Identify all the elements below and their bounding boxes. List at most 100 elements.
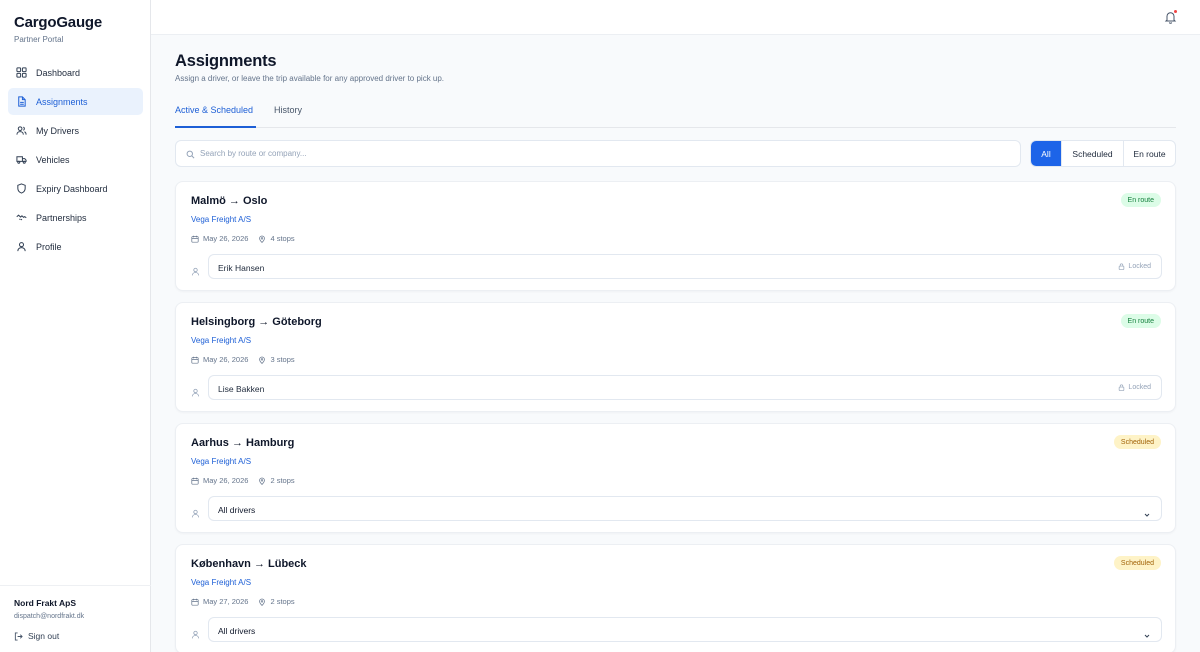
filter-label: All (1041, 148, 1051, 159)
account-panel: Nord Frakt ApS dispatch@nordfrakt.dk Sig… (0, 585, 151, 641)
notification-dot (1174, 10, 1177, 13)
driver-select[interactable]: All drivers (208, 617, 1162, 642)
logout-icon (14, 631, 28, 641)
trip-meta: May 26, 2026 2 stops (191, 476, 295, 485)
sidebar-item-label: Profile (36, 241, 62, 252)
calendar-icon (191, 356, 203, 364)
brand: CargoGauge Partner Portal (14, 14, 102, 44)
trip-route: Aarhus → Hamburg (191, 437, 295, 449)
trip-company-link[interactable]: Vega Freight A/S (191, 336, 251, 345)
user-icon (16, 241, 27, 252)
trip-meta: May 26, 2026 3 stops (191, 355, 295, 364)
notifications-button[interactable] (1164, 10, 1177, 24)
assigned-driver-name: Lise Bakken (218, 384, 265, 394)
status-badge: En route (1120, 193, 1161, 207)
search-input[interactable] (200, 141, 1000, 166)
search-box (175, 140, 1021, 167)
calendar-icon (191, 235, 203, 243)
top-bar (151, 0, 1200, 35)
trip-route: København → Lübeck (191, 558, 307, 570)
sidebar-item-my-drivers[interactable]: My Drivers (8, 117, 143, 144)
trip-card: Helsingborg → Göteborg Vega Freight A/S … (175, 302, 1176, 412)
sidebar-item-label: Dashboard (36, 67, 81, 78)
sidebar-item-vehicles[interactable]: Vehicles (8, 146, 143, 173)
account-name: Nord Frakt ApS (14, 598, 77, 608)
locked-label: Locked (1128, 384, 1151, 391)
tab-label: Active & Scheduled (175, 105, 254, 115)
driver-select-value: All drivers (218, 626, 256, 636)
pin-icon (258, 235, 270, 243)
brand-name: CargoGauge (14, 14, 103, 31)
trip-stops: 2 stops (258, 597, 295, 606)
bell-icon (1164, 11, 1177, 28)
trip-stops-count: 3 stops (270, 355, 295, 364)
sidebar-item-label: Partnerships (36, 212, 87, 223)
chevron-down-icon (1143, 506, 1151, 517)
sidebar-item-expiry-dashboard[interactable]: Expiry Dashboard (8, 175, 143, 202)
trip-company-link[interactable]: Vega Freight A/S (191, 457, 251, 466)
pin-icon (258, 477, 270, 485)
trip-card: Aarhus → Hamburg Vega Freight A/S May 26… (175, 423, 1176, 533)
trip-stops-count: 2 stops (270, 476, 295, 485)
trip-date: May 26, 2026 (203, 476, 249, 485)
status-badge: En route (1120, 314, 1161, 328)
chevron-down-icon (1143, 627, 1151, 638)
sidebar-item-partnerships[interactable]: Partnerships (8, 204, 143, 231)
trip-card: København → Lübeck Vega Freight A/S May … (175, 544, 1176, 652)
filter-all[interactable]: All (1031, 141, 1061, 166)
calendar-icon (191, 598, 203, 606)
trip-stops: 3 stops (258, 355, 295, 364)
sidebar-item-label: My Drivers (36, 125, 79, 136)
sign-out-label: Sign out (28, 631, 60, 641)
sidebar-item-profile[interactable]: Profile (8, 233, 143, 260)
driver-user-icon (191, 505, 200, 518)
brand-subtitle: Partner Portal (14, 35, 64, 44)
trip-date: May 26, 2026 (203, 234, 249, 243)
trip-company-link[interactable]: Vega Freight A/S (191, 578, 251, 587)
filter-label: Scheduled (1072, 148, 1113, 159)
assigned-driver-name: Erik Hansen (218, 263, 265, 273)
users-icon (16, 125, 27, 136)
filter-scheduled[interactable]: Scheduled (1061, 141, 1123, 166)
trip-date: May 27, 2026 (203, 597, 249, 606)
trip-company-link[interactable]: Vega Freight A/S (191, 215, 251, 224)
tab-label: History (274, 105, 303, 115)
driver-assignment-locked: Lise Bakken Locked (208, 375, 1162, 400)
driver-user-icon (191, 626, 200, 639)
status-filter: All Scheduled En route (1030, 140, 1176, 167)
trip-stops-count: 2 stops (270, 597, 295, 606)
driver-user-icon (191, 263, 200, 276)
grid-icon (16, 67, 27, 78)
sidebar-item-assignments[interactable]: Assignments (8, 88, 143, 115)
account-email: dispatch@nordfrakt.dk (14, 613, 85, 620)
shield-icon (16, 183, 27, 194)
tab-history[interactable]: History (274, 105, 302, 128)
sidebar-item-label: Vehicles (36, 154, 70, 165)
driver-user-icon (191, 384, 200, 397)
sidebar-item-label: Expiry Dashboard (36, 183, 108, 194)
lock-icon (1118, 384, 1128, 391)
tab-active-scheduled[interactable]: Active & Scheduled (175, 105, 256, 128)
driver-select-value: All drivers (218, 505, 256, 515)
filter-label: En route (1133, 148, 1166, 159)
sidebar-item-dashboard[interactable]: Dashboard (8, 59, 143, 86)
locked-indicator: Locked (1118, 263, 1151, 270)
truck-icon (16, 154, 27, 165)
trip-route: Helsingborg → Göteborg (191, 316, 322, 328)
pin-icon (258, 598, 270, 606)
trip-stops: 4 stops (258, 234, 295, 243)
status-badge: Scheduled (1113, 435, 1161, 449)
tab-bar: Active & Scheduled History (175, 105, 1176, 128)
page-title: Assignments (175, 52, 277, 70)
filter-en-route[interactable]: En route (1123, 141, 1175, 166)
document-icon (16, 96, 27, 107)
sign-out-button[interactable]: Sign out (14, 631, 137, 641)
locked-indicator: Locked (1118, 384, 1151, 391)
trip-meta: May 26, 2026 4 stops (191, 234, 295, 243)
driver-assignment-locked: Erik Hansen Locked (208, 254, 1162, 279)
trip-stops: 2 stops (258, 476, 295, 485)
trip-route: Malmö → Oslo (191, 195, 268, 207)
driver-select[interactable]: All drivers (208, 496, 1162, 521)
sidebar-nav: Dashboard Assignments My Drivers Vehicle… (8, 59, 143, 262)
status-badge: Scheduled (1113, 556, 1161, 570)
